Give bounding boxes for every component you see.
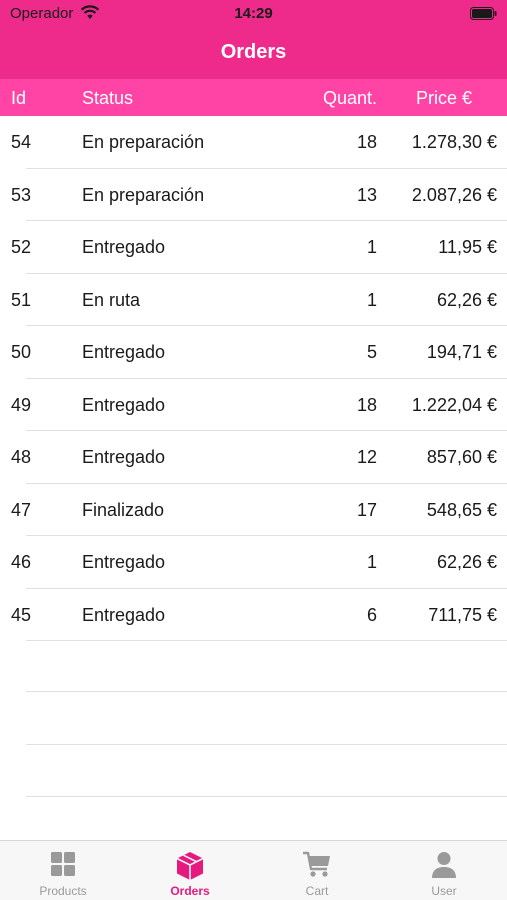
- tab-bar: Products Orders Cart User: [0, 840, 507, 900]
- table-header: Id Status Quant. Price €: [0, 79, 507, 116]
- table-row[interactable]: 51 En ruta 1 62,26 €: [0, 274, 507, 327]
- user-icon: [432, 852, 456, 878]
- status-bar: Operador 14:29: [0, 0, 507, 28]
- tab-label: User: [431, 884, 457, 898]
- grid-icon: [51, 852, 75, 876]
- order-price: 548,65 €: [426, 499, 497, 520]
- order-quantity: 1: [366, 552, 377, 572]
- battery-icon: [470, 7, 497, 20]
- order-quantity: 6: [366, 604, 377, 625]
- order-id: 53: [11, 184, 32, 205]
- table-row[interactable]: 47 Finalizado 17 548,65 €: [0, 484, 507, 537]
- table-row[interactable]: 53 En preparación 13 2.087,26 €: [0, 169, 507, 222]
- order-status: En preparación: [82, 184, 205, 205]
- column-header-status[interactable]: Status: [82, 88, 133, 109]
- table-row[interactable]: 48 Entregado 12 857,60 €: [0, 431, 507, 484]
- empty-row-separator: [26, 796, 507, 797]
- order-quantity: 18: [356, 394, 377, 415]
- tab-label: Orders: [170, 884, 210, 898]
- order-quantity: 18: [356, 132, 377, 152]
- table-row[interactable]: 49 Entregado 18 1.222,04 €: [0, 379, 507, 432]
- order-id: 54: [11, 132, 32, 152]
- tab-user[interactable]: User: [381, 841, 507, 900]
- order-quantity: 1: [366, 289, 377, 310]
- box-icon: [176, 852, 204, 880]
- order-quantity: 12: [356, 447, 377, 467]
- tab-label: Cart: [305, 884, 329, 898]
- order-id: 46: [11, 552, 32, 572]
- order-status: Entregado: [82, 447, 166, 467]
- cart-icon: [303, 851, 330, 877]
- order-id: 48: [11, 447, 32, 467]
- order-id: 52: [11, 237, 32, 257]
- order-status: En preparación: [82, 132, 205, 152]
- table-row[interactable]: 50 Entregado 5 194,71 €: [0, 326, 507, 379]
- empty-row-separator: [26, 744, 507, 745]
- navigation-bar: Orders: [0, 28, 507, 79]
- table-row[interactable]: 52 Entregado 1 11,95 €: [0, 221, 507, 274]
- tab-label: Products: [39, 884, 87, 898]
- order-id: 50: [11, 342, 32, 362]
- tab-products[interactable]: Products: [0, 841, 126, 900]
- order-price: 2.087,26 €: [411, 184, 497, 205]
- order-price: 62,26 €: [436, 552, 497, 572]
- order-id: 51: [11, 289, 32, 310]
- table-row[interactable]: 54 En preparación 18 1.278,30 €: [0, 116, 507, 169]
- empty-row-separator: [26, 691, 507, 692]
- tab-orders[interactable]: Orders: [127, 841, 253, 900]
- column-header-price[interactable]: Price €: [416, 88, 472, 109]
- order-quantity: 1: [366, 237, 377, 257]
- order-quantity: 17: [356, 499, 377, 520]
- order-quantity: 13: [356, 184, 377, 205]
- order-status: En ruta: [82, 289, 141, 310]
- order-id: 45: [11, 604, 32, 625]
- order-price: 62,26 €: [436, 289, 497, 310]
- page-title: Orders: [220, 41, 287, 63]
- order-status: Entregado: [82, 237, 166, 257]
- order-price: 194,71 €: [426, 342, 497, 362]
- table-row[interactable]: 45 Entregado 6 711,75 €: [0, 589, 507, 642]
- order-price: 857,60 €: [426, 447, 497, 467]
- table-row[interactable]: 46 Entregado 1 62,26 €: [0, 536, 507, 589]
- order-id: 47: [11, 499, 32, 520]
- order-status: Finalizado: [82, 499, 165, 520]
- order-status: Entregado: [82, 604, 166, 625]
- tab-cart[interactable]: Cart: [254, 841, 380, 900]
- column-header-quantity[interactable]: Quant.: [323, 88, 377, 109]
- order-id: 49: [11, 394, 32, 415]
- order-status: Entregado: [82, 394, 166, 415]
- order-price: 11,95 €: [438, 237, 497, 257]
- order-status: Entregado: [82, 552, 166, 572]
- column-header-id[interactable]: Id: [11, 88, 26, 109]
- order-price: 1.278,30 €: [411, 132, 497, 152]
- clock: 14:29: [234, 5, 273, 22]
- order-quantity: 5: [366, 342, 377, 362]
- orders-table: 54 En preparación 18 1.278,30 € 53 En pr…: [0, 116, 507, 641]
- order-status: Entregado: [82, 342, 166, 362]
- order-price: 1.222,04 €: [411, 394, 497, 415]
- order-price: 711,75 €: [428, 604, 497, 625]
